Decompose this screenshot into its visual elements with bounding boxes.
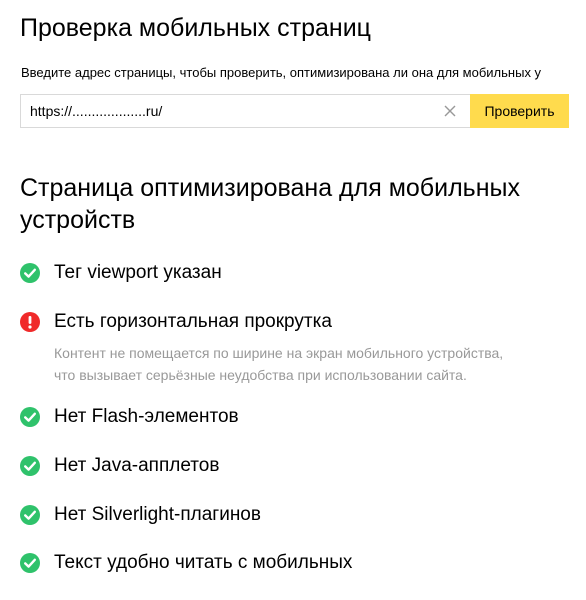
check-label: Нет Java-апплетов (54, 455, 220, 476)
check-circle-icon (20, 456, 40, 476)
url-instruction: Введите адрес страницы, чтобы проверить,… (21, 65, 542, 80)
check-description-line: Контент не помещается по ширине на экран… (54, 345, 504, 361)
check-description-line: что вызывает серьёзные неудобства при ис… (54, 367, 467, 383)
check-label: Нет Silverlight-плагинов (54, 504, 261, 525)
check-circle-icon (20, 263, 40, 283)
close-icon[interactable] (440, 101, 460, 121)
check-circle-icon (20, 505, 40, 525)
exclamation-circle-icon (20, 312, 40, 332)
check-description: Контент не помещается по ширине на экран… (54, 342, 586, 386)
check-label: Текст удобно читать с мобильных (54, 552, 353, 573)
check-label: Есть горизонтальная прокрутка (54, 311, 332, 332)
result-title: Страница оптимизирована для мобильных ус… (20, 174, 520, 234)
check-circle-icon (20, 553, 40, 573)
check-label: Нет Flash-элементов (54, 406, 239, 427)
page-title: Проверка мобильных страниц (20, 14, 371, 42)
url-input[interactable] (20, 94, 470, 128)
check-circle-icon (20, 407, 40, 427)
check-label: Тег viewport указан (54, 262, 222, 283)
check-button[interactable]: Проверить (470, 94, 569, 128)
